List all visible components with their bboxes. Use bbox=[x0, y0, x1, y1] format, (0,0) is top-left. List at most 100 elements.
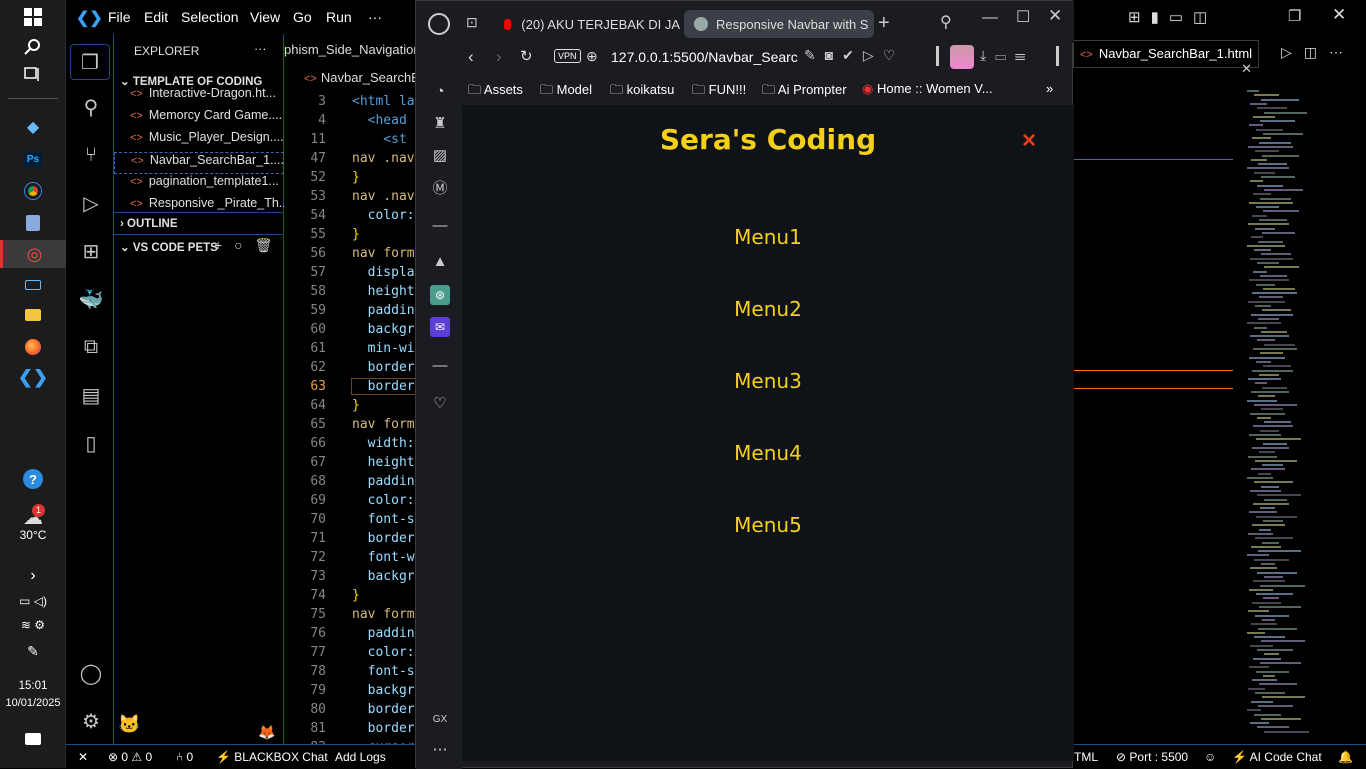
ai-code-chat-button[interactable]: ⚡ AI Code Chat bbox=[1232, 750, 1322, 764]
menu-go[interactable]: Go bbox=[293, 9, 312, 25]
opera-gx-icon[interactable]: ◎ bbox=[0, 240, 66, 268]
menu-link-1[interactable]: Menu1 bbox=[462, 225, 1074, 249]
code-line[interactable]: nav form bbox=[352, 607, 415, 622]
code-line[interactable]: padding bbox=[352, 626, 416, 641]
language-mode[interactable]: TML bbox=[1074, 750, 1098, 764]
code-line[interactable]: color: bbox=[352, 208, 415, 223]
code-line[interactable]: backgro bbox=[352, 569, 416, 584]
blackbox-chat-button[interactable]: ⚡ BLACKBOX Chat bbox=[216, 750, 328, 764]
code-line[interactable]: nav .nav bbox=[352, 189, 415, 204]
keyboard-icon[interactable] bbox=[18, 274, 48, 296]
code-line[interactable]: } bbox=[352, 227, 360, 242]
bookmark-assets[interactable]: 🗀 Assets bbox=[468, 81, 523, 103]
copilot-icon[interactable]: ◆ bbox=[18, 116, 48, 138]
toolbar-actions-icon[interactable]: ⤓▭☰ bbox=[980, 47, 1034, 64]
code-line[interactable]: height bbox=[352, 284, 415, 299]
bookmarks-overflow-icon[interactable]: » bbox=[1046, 81, 1053, 96]
settings-gear-icon[interactable]: ⚙ bbox=[78, 708, 104, 734]
gx-label[interactable]: GX bbox=[430, 709, 450, 729]
code-line[interactable]: height bbox=[352, 455, 415, 470]
code-line[interactable]: backgro bbox=[352, 322, 416, 337]
right-editor-tab[interactable]: <> Navbar_SearchBar_1.html ✕ bbox=[1073, 40, 1259, 76]
tab-responsive-navbar[interactable]: Responsive Navbar with S bbox=[684, 10, 874, 38]
run-debug-icon[interactable]: ▷ bbox=[78, 190, 104, 216]
code-line[interactable]: display bbox=[352, 265, 416, 280]
menu-edit[interactable]: Edit bbox=[144, 9, 168, 25]
code-line[interactable]: color: bbox=[352, 645, 415, 660]
minimize-icon[interactable]: — bbox=[982, 9, 998, 27]
close-window-icon[interactable]: ✕ bbox=[1332, 5, 1346, 25]
task-view-icon[interactable] bbox=[18, 64, 48, 86]
gx-cleaner-icon[interactable]: ▨ bbox=[430, 145, 450, 165]
notifications-icon[interactable] bbox=[18, 728, 48, 750]
menu-run[interactable]: Run bbox=[326, 9, 352, 25]
file-item[interactable]: <> Responsive _Pirate_Th... bbox=[130, 196, 300, 218]
code-line[interactable]: border bbox=[352, 531, 415, 546]
file-item[interactable]: <> Music_Player_Design.... bbox=[130, 130, 300, 152]
code-line[interactable]: } bbox=[352, 398, 360, 413]
code-line[interactable]: <html lan bbox=[352, 94, 416, 109]
file-item[interactable]: <> Memorcy Card Game.... bbox=[130, 108, 300, 130]
url-field[interactable]: 127.0.0.1:5500/Navbar_Searc bbox=[611, 49, 798, 65]
chatgpt-icon[interactable]: ⊛ bbox=[430, 285, 450, 305]
close-tab-icon[interactable]: ✕ bbox=[1241, 61, 1252, 77]
new-tab-icon[interactable]: + bbox=[878, 12, 890, 35]
address-actions-icon[interactable]: ✎◙✔▷♡ bbox=[804, 47, 904, 64]
menu-view[interactable]: View bbox=[250, 9, 280, 25]
ports-indicator[interactable]: ⑃ 0 bbox=[176, 750, 193, 764]
bookmark-koikatsu[interactable]: 🗀 koikatsu bbox=[610, 81, 674, 103]
menu-link-3[interactable]: Menu3 bbox=[462, 369, 1074, 393]
docker-icon[interactable]: 🐳 bbox=[78, 286, 104, 312]
code-line[interactable]: border bbox=[351, 378, 416, 395]
wifi-icon[interactable]: ≋ ⚙ bbox=[18, 614, 48, 636]
menu-file[interactable]: File bbox=[108, 9, 131, 25]
search-icon[interactable]: ⚲ bbox=[78, 94, 104, 120]
menu-selection[interactable]: Selection bbox=[181, 9, 239, 25]
opera-menu-icon[interactable] bbox=[428, 13, 450, 35]
code-line[interactable]: padding bbox=[352, 474, 416, 489]
source-control-icon[interactable]: ⑂ bbox=[78, 142, 104, 168]
tab-search-icon[interactable]: ⚲ bbox=[940, 12, 952, 32]
editor-actions-icon[interactable]: ▷◫⋯ bbox=[1281, 44, 1355, 61]
code-editor[interactable]: phism_Side_Navigation_ <> Navbar_SearchB … bbox=[284, 34, 416, 744]
vpn-badge[interactable]: VPN bbox=[554, 49, 581, 63]
pen-icon[interactable]: ✎ bbox=[18, 640, 48, 662]
stacked-windows-icon[interactable]: ▤ bbox=[78, 382, 104, 408]
aria-icon[interactable]: ▲ bbox=[430, 251, 450, 271]
menu-link-4[interactable]: Menu4 bbox=[462, 441, 1074, 465]
chevron-right-icon[interactable]: › bbox=[18, 565, 48, 587]
close-menu-button[interactable]: × bbox=[1022, 127, 1036, 155]
back-icon[interactable]: ‹ bbox=[468, 47, 474, 67]
extensions-icon[interactable]: ⊞ bbox=[78, 238, 104, 264]
gx-control-icon[interactable]: ♜ bbox=[430, 113, 450, 133]
chrome-icon[interactable] bbox=[18, 180, 48, 202]
code-line[interactable]: } bbox=[352, 588, 360, 603]
code-line[interactable]: width: bbox=[352, 436, 415, 451]
site-info-globe-icon[interactable]: ⊕ bbox=[586, 48, 598, 65]
code-line[interactable]: font-we bbox=[352, 550, 416, 565]
code-line[interactable]: border bbox=[352, 360, 415, 375]
code-line[interactable]: backgro bbox=[352, 683, 416, 698]
menu-link-5[interactable]: Menu5 bbox=[462, 513, 1074, 537]
editor-tab-1[interactable]: phism_Side_Navigation_ bbox=[284, 42, 416, 57]
workspaces-icon[interactable]: ⊡ bbox=[466, 14, 478, 31]
code-line[interactable]: <st bbox=[352, 132, 407, 147]
copilot-status-icon[interactable]: ☺ bbox=[1204, 750, 1216, 764]
restore-icon[interactable]: ❐ bbox=[1288, 7, 1301, 25]
tab-youtube[interactable]: (20) AKU TERJEBAK DI JA bbox=[494, 10, 680, 38]
bookmark-model[interactable]: 🗀 Model bbox=[540, 81, 592, 103]
account-icon[interactable]: ◯ bbox=[78, 660, 104, 686]
file-item[interactable]: <> pagination_template1... bbox=[130, 174, 300, 196]
code-line[interactable]: color: bbox=[352, 493, 415, 508]
bookmark-ai-prompter[interactable]: 🗀 Ai Prompter bbox=[762, 81, 847, 103]
live-server-port[interactable]: ⊘ Port : 5500 bbox=[1116, 750, 1188, 764]
reload-icon[interactable]: ↻ bbox=[520, 47, 533, 65]
notepad-icon[interactable] bbox=[18, 212, 48, 234]
code-line[interactable]: font-s bbox=[352, 664, 415, 679]
search-icon[interactable] bbox=[18, 36, 48, 58]
file-item-selected[interactable]: <> Navbar_SearchBar_1.... bbox=[114, 152, 284, 174]
hot-tabs-icon[interactable]: Ⓜ bbox=[430, 177, 450, 197]
code-line[interactable]: min-wid bbox=[352, 341, 416, 356]
remote-icon[interactable]: ✕ bbox=[78, 750, 88, 764]
battery-icon[interactable]: ▭ ◁) bbox=[18, 590, 48, 612]
